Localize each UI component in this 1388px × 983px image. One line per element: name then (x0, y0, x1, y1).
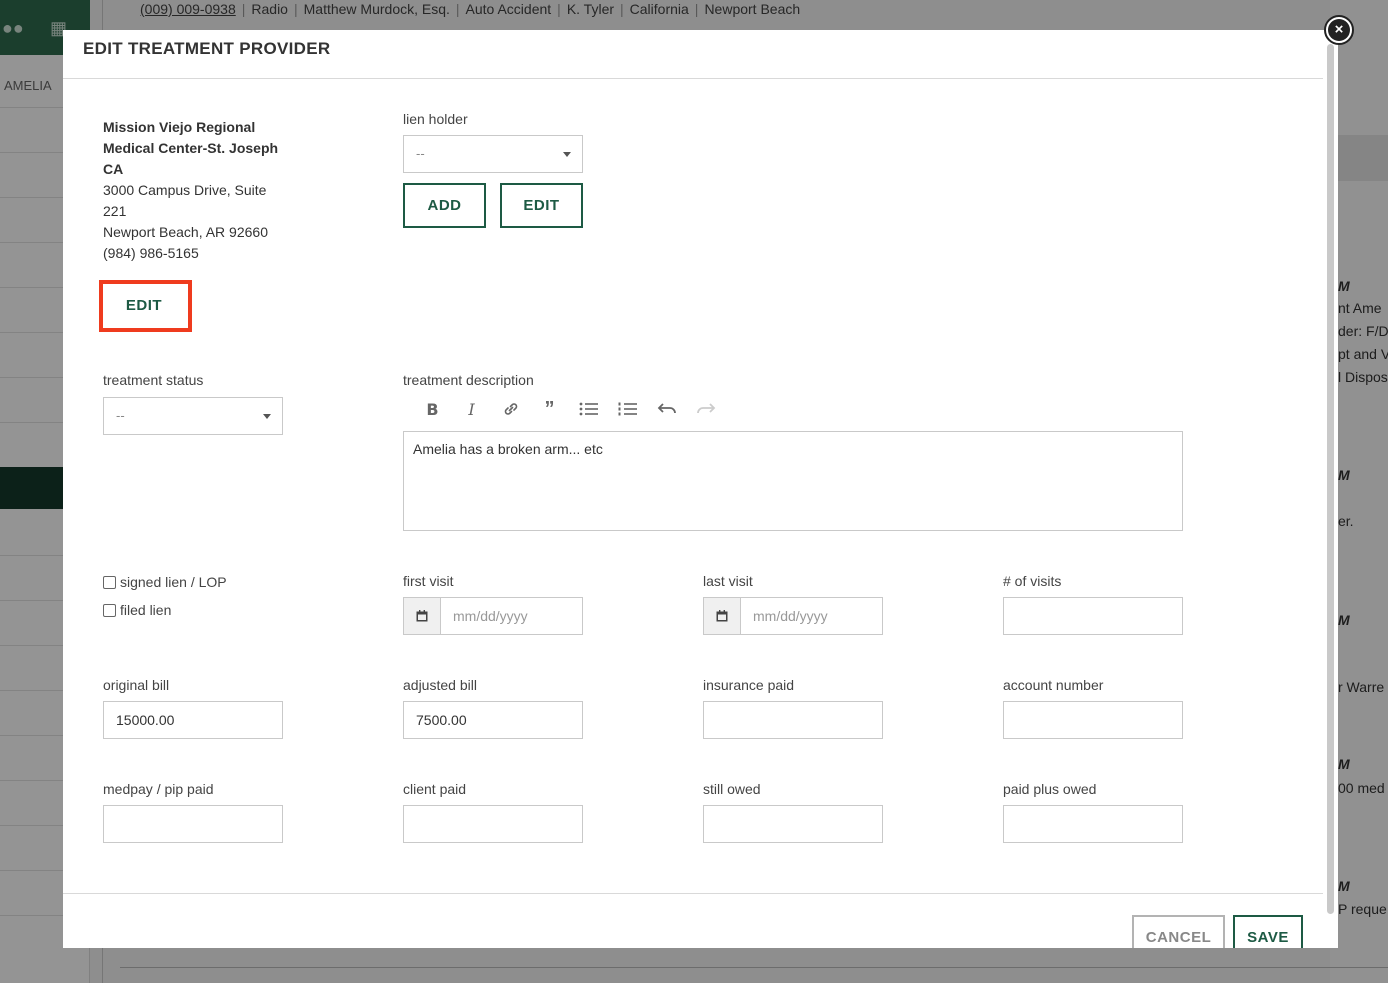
original-bill-input[interactable]: 15000.00 (103, 701, 283, 739)
quote-icon[interactable]: ” (530, 397, 569, 421)
treatment-description-label: treatment description (403, 372, 534, 388)
lien-holder-label: lien holder (403, 111, 468, 127)
client-paid-input[interactable] (403, 805, 583, 843)
provider-name: CA (103, 161, 124, 177)
treatment-status-selected-value: -- (116, 408, 125, 423)
filed-lien-label: filed lien (120, 602, 172, 618)
italic-icon[interactable]: I (452, 397, 491, 421)
insurance-paid-input[interactable] (703, 701, 883, 739)
paid-plus-owed-input[interactable] (1003, 805, 1183, 843)
lien-holder-select[interactable]: -- (403, 135, 583, 173)
still-owed-input[interactable] (703, 805, 883, 843)
modal-title: EDIT TREATMENT PROVIDER (83, 39, 331, 58)
filed-lien-checkbox[interactable] (103, 603, 116, 617)
editor-toolbar: B I ” (413, 397, 725, 421)
account-number-input[interactable] (1003, 701, 1183, 739)
numbered-list-icon[interactable] (608, 397, 647, 421)
chevron-down-icon (563, 152, 571, 157)
client-paid-label: client paid (403, 781, 467, 797)
modal-footer-divider (63, 893, 1323, 894)
cancel-button[interactable]: CANCEL (1132, 915, 1225, 948)
first-visit-label: first visit (403, 573, 454, 589)
add-lien-holder-button[interactable]: ADD (403, 183, 486, 228)
edit-provider-button[interactable]: EDIT (105, 286, 183, 324)
provider-info: Mission Viejo Regional Medical Center-St… (103, 117, 293, 264)
undo-icon[interactable] (647, 397, 686, 421)
original-bill-label: original bill (103, 677, 170, 693)
filed-lien-checkbox-row[interactable]: filed lien (103, 602, 171, 618)
first-visit-field[interactable]: mm/dd/yyyy (403, 597, 583, 635)
chevron-down-icon (263, 414, 271, 419)
signed-lien-checkbox-row[interactable]: signed lien / LOP (103, 574, 227, 590)
signed-lien-label: signed lien / LOP (120, 574, 227, 590)
edit-treatment-provider-modal: EDIT TREATMENT PROVIDER Mission Viejo Re… (63, 30, 1338, 948)
bulleted-list-icon[interactable] (569, 397, 608, 421)
num-visits-input[interactable] (1003, 597, 1183, 635)
last-visit-input[interactable]: mm/dd/yyyy (741, 598, 840, 634)
provider-address: 221 (103, 203, 127, 219)
provider-address: 3000 Campus Drive, Suite (103, 182, 267, 198)
treatment-status-select[interactable]: -- (103, 397, 283, 435)
medpay-pip-paid-label: medpay / pip paid (103, 781, 214, 797)
save-button[interactable]: SAVE (1233, 915, 1303, 948)
first-visit-input[interactable]: mm/dd/yyyy (441, 598, 540, 634)
modal-scrollbar[interactable] (1327, 44, 1334, 914)
calendar-icon[interactable] (404, 598, 441, 634)
modal-header: EDIT TREATMENT PROVIDER (63, 30, 1323, 79)
lien-holder-selected-value: -- (416, 146, 425, 161)
last-visit-field[interactable]: mm/dd/yyyy (703, 597, 883, 635)
insurance-paid-label: insurance paid (703, 677, 795, 693)
paid-plus-owed-label: paid plus owed (1003, 781, 1097, 797)
adjusted-bill-input[interactable]: 7500.00 (403, 701, 583, 739)
provider-name: Medical Center-St. Joseph (103, 140, 279, 156)
link-icon[interactable] (491, 397, 530, 421)
bold-icon[interactable]: B (413, 397, 452, 421)
close-icon: × (1328, 19, 1350, 41)
treatment-status-label: treatment status (103, 372, 204, 388)
edit-lien-holder-button[interactable]: EDIT (500, 183, 583, 228)
medpay-pip-paid-input[interactable] (103, 805, 283, 843)
still-owed-label: still owed (703, 781, 761, 797)
account-number-label: account number (1003, 677, 1104, 693)
last-visit-label: last visit (703, 573, 753, 589)
treatment-description-editor[interactable]: Amelia has a broken arm... etc (403, 431, 1183, 531)
calendar-icon[interactable] (704, 598, 741, 634)
signed-lien-checkbox[interactable] (103, 575, 116, 589)
close-modal-button[interactable]: × (1324, 15, 1354, 45)
provider-city-state-zip: Newport Beach, AR 92660 (103, 224, 268, 240)
redo-icon[interactable] (686, 397, 725, 421)
provider-name: Mission Viejo Regional (103, 119, 256, 135)
num-visits-label: # of visits (1003, 573, 1062, 589)
provider-phone: (984) 986-5165 (103, 245, 199, 261)
adjusted-bill-label: adjusted bill (403, 677, 477, 693)
